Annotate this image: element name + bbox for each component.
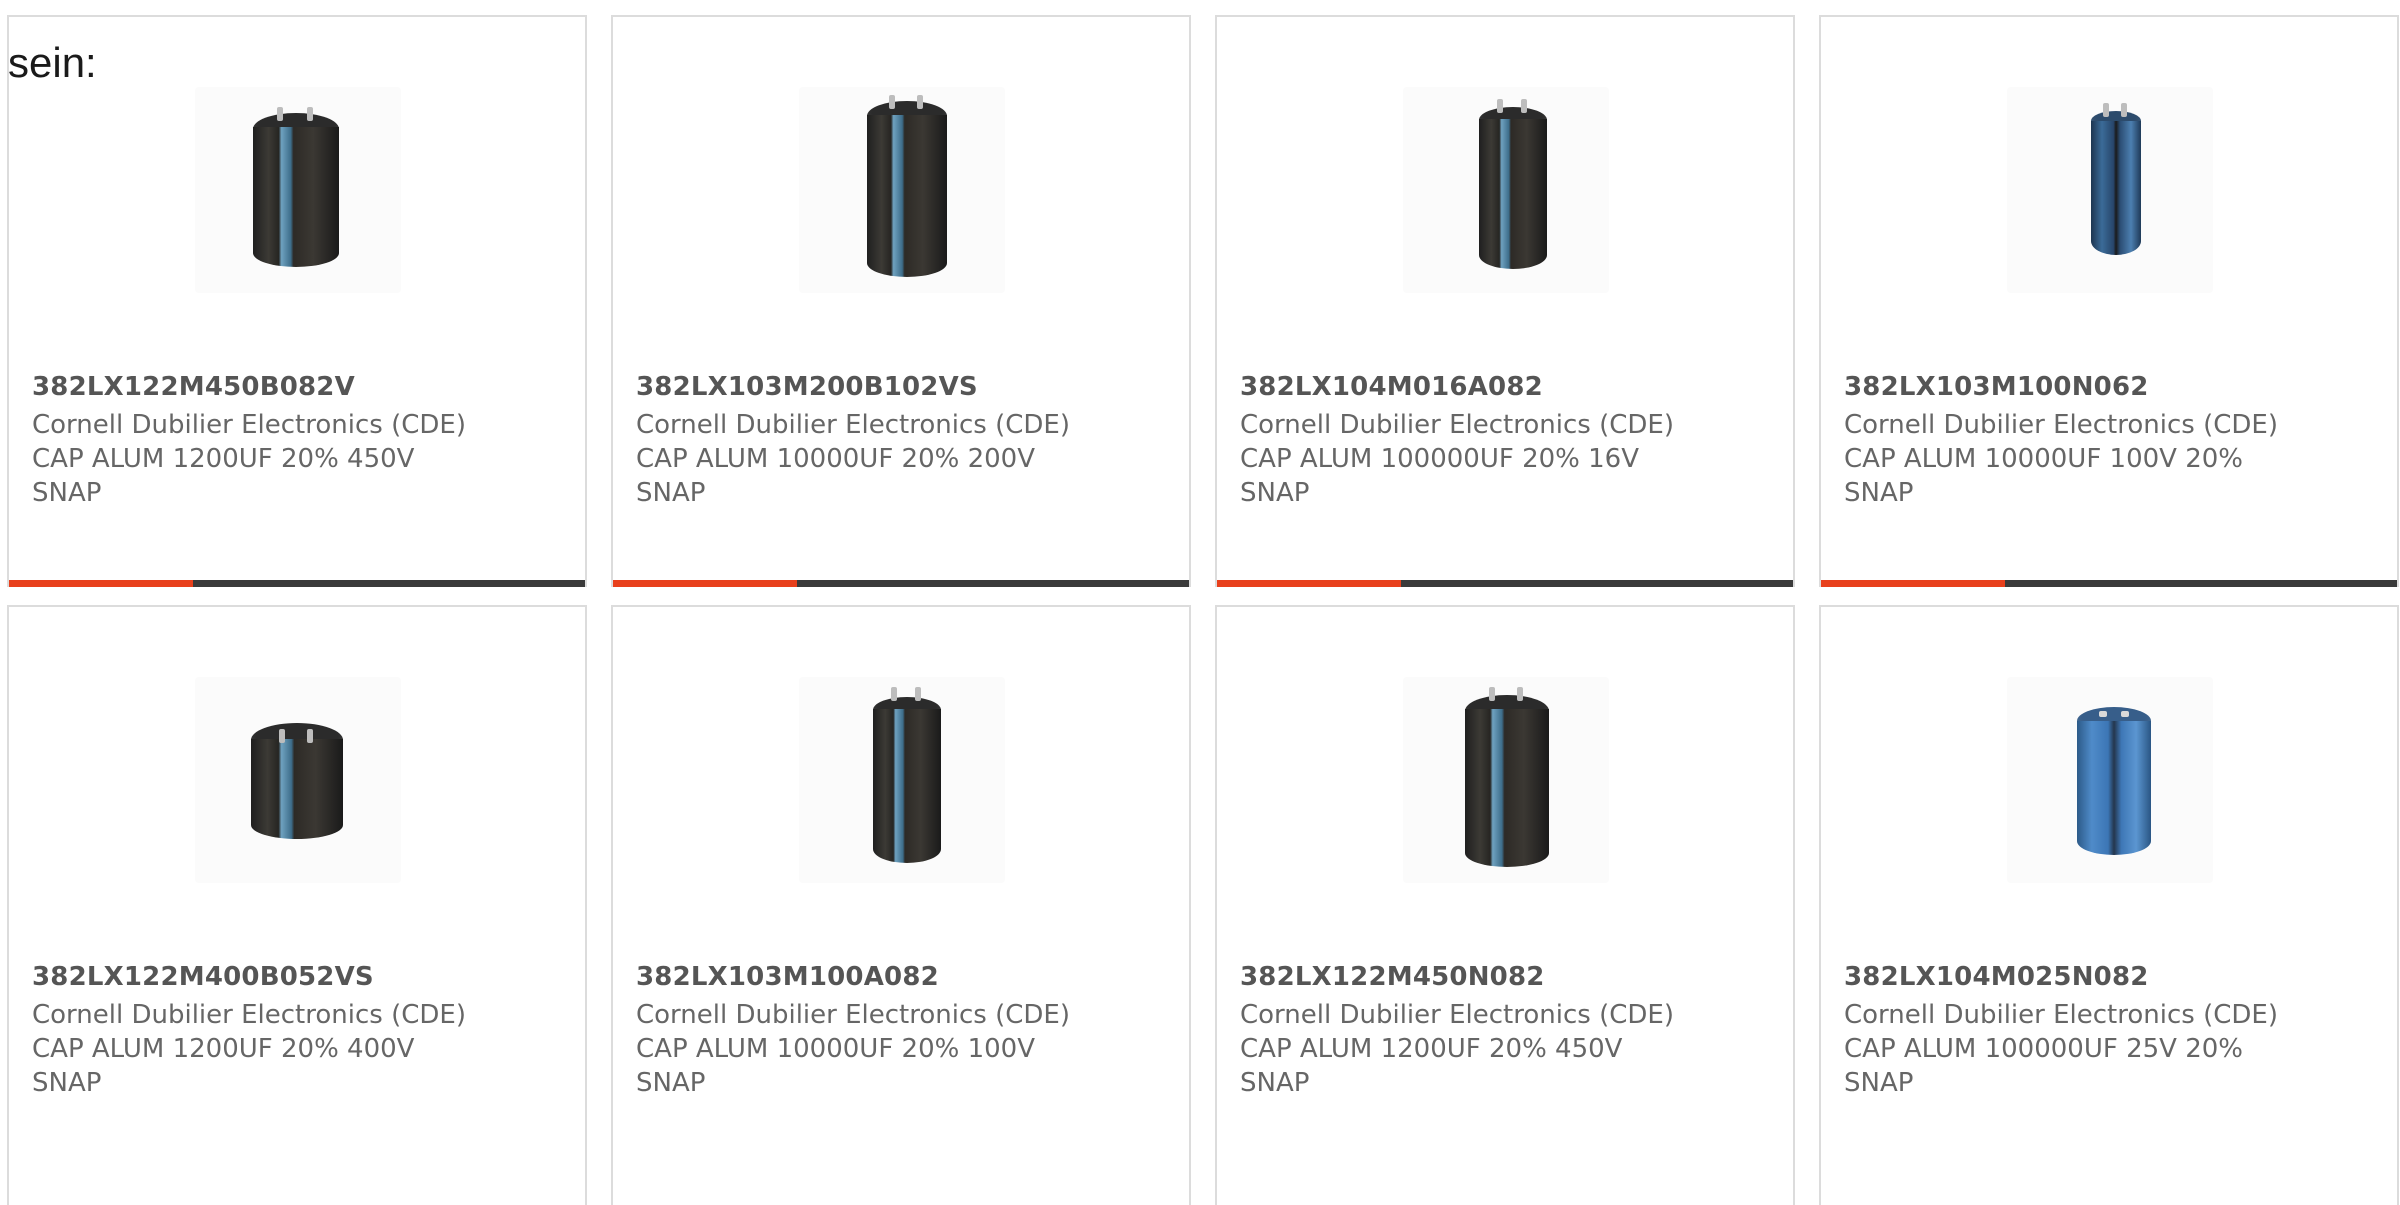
capacitor-image[interactable] — [1403, 87, 1609, 293]
capacitor-image[interactable] — [2007, 87, 2213, 293]
part-number[interactable]: 382LX103M200B102VS — [636, 372, 978, 402]
description-line2: SNAP — [1240, 478, 1310, 508]
progress-bar — [613, 580, 1189, 587]
capacitor-image[interactable] — [195, 677, 401, 883]
description: CAP ALUM 10000UF 100V 20% — [1844, 444, 2244, 474]
intro-text: sein: — [8, 39, 97, 86]
progress-fill — [1217, 580, 1402, 587]
manufacturer: Cornell Dubilier Electronics (CDE) — [1240, 410, 1674, 440]
product-grid: 382LX122M450B082V Cornell Dubilier Elect… — [0, 0, 2400, 1205]
manufacturer: Cornell Dubilier Electronics (CDE) — [1240, 1000, 1674, 1030]
description-line2: SNAP — [32, 478, 102, 508]
part-number[interactable]: 382LX122M450N082 — [1240, 962, 1545, 992]
capacitor-image[interactable] — [2007, 677, 2213, 883]
part-number[interactable]: 382LX122M400B052VS — [32, 962, 374, 992]
description: CAP ALUM 10000UF 20% 100V — [636, 1034, 1036, 1064]
progress-bar — [1821, 580, 2397, 587]
part-number[interactable]: 382LX104M016A082 — [1240, 372, 1543, 402]
manufacturer: Cornell Dubilier Electronics (CDE) — [1844, 1000, 2278, 1030]
part-number[interactable]: 382LX122M450B082V — [32, 372, 355, 402]
description-line2: SNAP — [636, 478, 706, 508]
product-card[interactable]: 382LX103M100N062 Cornell Dubilier Electr… — [1819, 15, 2399, 587]
description: CAP ALUM 100000UF 25V 20% — [1844, 1034, 2244, 1064]
description-line2: SNAP — [32, 1068, 102, 1098]
description-line2: SNAP — [1844, 478, 1914, 508]
product-card[interactable]: 382LX104M016A082 Cornell Dubilier Electr… — [1215, 15, 1795, 587]
description: CAP ALUM 1200UF 20% 450V — [1240, 1034, 1623, 1064]
capacitor-image[interactable] — [799, 677, 1005, 883]
manufacturer: Cornell Dubilier Electronics (CDE) — [32, 1000, 466, 1030]
description-line2: SNAP — [1844, 1068, 1914, 1098]
product-card[interactable]: 382LX122M450N082 Cornell Dubilier Electr… — [1215, 605, 1795, 1205]
capacitor-image[interactable] — [195, 87, 401, 293]
manufacturer: Cornell Dubilier Electronics (CDE) — [32, 410, 466, 440]
part-number[interactable]: 382LX103M100A082 — [636, 962, 939, 992]
progress-fill — [1821, 580, 2006, 587]
progress-fill — [613, 580, 798, 587]
description-line2: SNAP — [636, 1068, 706, 1098]
manufacturer: Cornell Dubilier Electronics (CDE) — [636, 410, 1070, 440]
progress-bar — [9, 580, 585, 587]
product-card[interactable]: 382LX122M400B052VS Cornell Dubilier Elec… — [7, 605, 587, 1205]
product-card[interactable]: 382LX104M025N082 Cornell Dubilier Electr… — [1819, 605, 2399, 1205]
description: CAP ALUM 1200UF 20% 400V — [32, 1034, 415, 1064]
product-card[interactable]: 382LX103M100A082 Cornell Dubilier Electr… — [611, 605, 1191, 1205]
capacitor-image[interactable] — [799, 87, 1005, 293]
manufacturer: Cornell Dubilier Electronics (CDE) — [1844, 410, 2278, 440]
progress-bar — [1217, 580, 1793, 587]
part-number[interactable]: 382LX103M100N062 — [1844, 372, 2149, 402]
progress-fill — [9, 580, 194, 587]
part-number[interactable]: 382LX104M025N082 — [1844, 962, 2149, 992]
capacitor-image[interactable] — [1403, 677, 1609, 883]
product-card[interactable]: 382LX122M450B082V Cornell Dubilier Elect… — [7, 15, 587, 587]
description-line2: SNAP — [1240, 1068, 1310, 1098]
manufacturer: Cornell Dubilier Electronics (CDE) — [636, 1000, 1070, 1030]
product-card[interactable]: 382LX103M200B102VS Cornell Dubilier Elec… — [611, 15, 1191, 587]
description: CAP ALUM 10000UF 20% 200V — [636, 444, 1036, 474]
description: CAP ALUM 100000UF 20% 16V — [1240, 444, 1640, 474]
description: CAP ALUM 1200UF 20% 450V — [32, 444, 415, 474]
